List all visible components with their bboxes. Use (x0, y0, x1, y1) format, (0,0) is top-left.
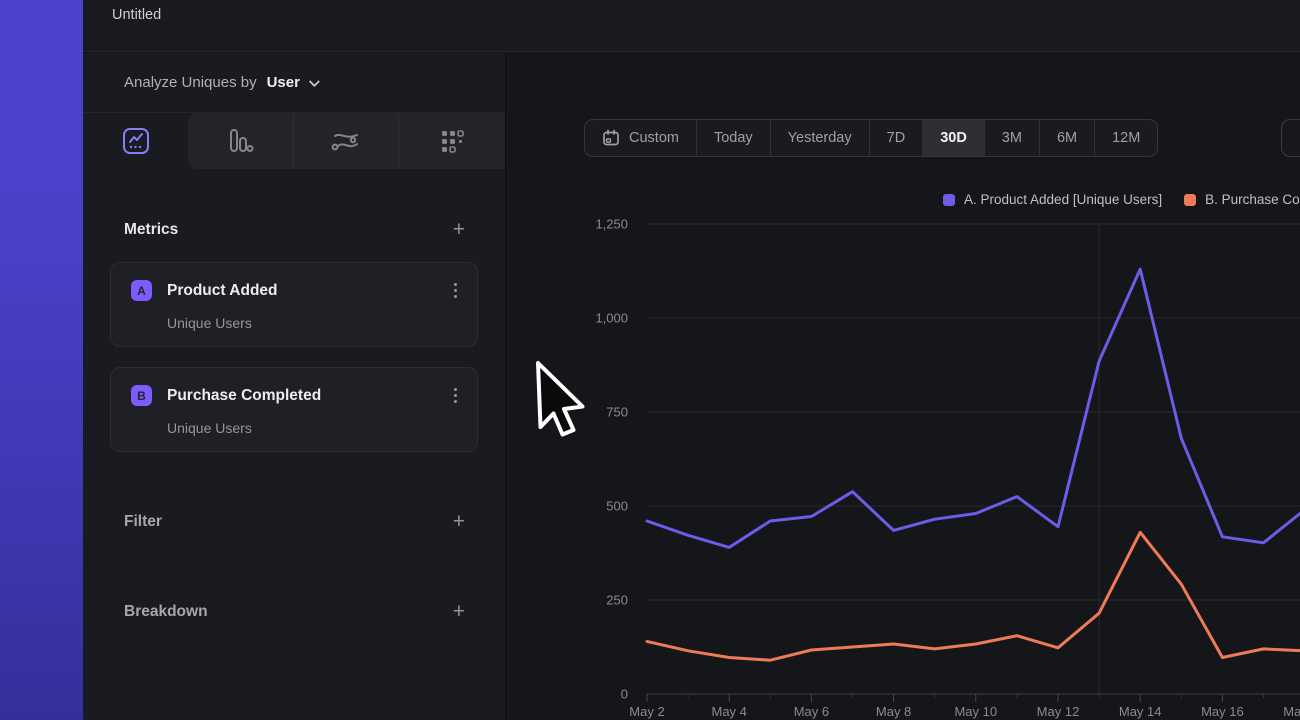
svg-text:1,250: 1,250 (595, 217, 628, 232)
date-range-group: Custom Today Yesterday 7D 30D 3M 6M 12M (584, 119, 1158, 157)
svg-text:May 16: May 16 (1201, 704, 1244, 719)
svg-text:0: 0 (621, 687, 628, 702)
svg-text:May 6: May 6 (794, 704, 829, 719)
svg-text:May 18: May 18 (1283, 704, 1300, 719)
range-6m[interactable]: 6M (1040, 120, 1095, 156)
metric-card-a[interactable]: A Product Added Unique Users (110, 262, 478, 347)
metric-options-button[interactable] (452, 281, 459, 300)
line-chart-icon (122, 127, 150, 155)
tab-flows[interactable] (294, 113, 400, 169)
svg-text:May 14: May 14 (1119, 704, 1162, 719)
add-filter-button[interactable]: + (453, 512, 465, 532)
svg-text:May 2: May 2 (629, 704, 664, 719)
grid-dots-icon (438, 128, 466, 154)
svg-text:May 8: May 8 (876, 704, 911, 719)
legend-swatch-a (943, 194, 955, 206)
metrics-section-header: Metrics + (124, 218, 465, 242)
query-sidebar: Analyze Uniques by User (83, 53, 505, 720)
svg-text:1,000: 1,000 (595, 311, 628, 326)
svg-text:250: 250 (606, 593, 628, 608)
analyze-by-dropdown[interactable]: User (267, 74, 317, 91)
analyze-label: Analyze Uniques by (124, 74, 257, 91)
filter-title: Filter (124, 513, 162, 531)
sidebar-content: Metrics + A Product Added Unique Users B… (83, 218, 505, 624)
breakdown-section-header: Breakdown + (124, 600, 465, 624)
chart-panel: 0 250 500 750 1,000 1,250 May 2 May 4 May 6 May 8… (506, 53, 1300, 720)
range-12m[interactable]: 12M (1095, 120, 1157, 156)
range-7d[interactable]: 7D (870, 120, 924, 156)
range-custom[interactable]: Custom (585, 120, 697, 156)
chart-type-tabs (83, 113, 505, 169)
flows-icon (331, 128, 361, 154)
range-3m[interactable]: 3M (985, 120, 1040, 156)
bar-chart-icon (226, 128, 254, 154)
svg-text:May 4: May 4 (711, 704, 746, 719)
metric-name[interactable]: Purchase Completed (167, 387, 452, 405)
compare-button[interactable]: Compare (1281, 119, 1300, 157)
date-range-toolbar: Custom Today Yesterday 7D 30D 3M 6M 12M … (584, 119, 1158, 157)
range-yesterday[interactable]: Yesterday (771, 120, 870, 156)
brand-gradient-rail (0, 0, 83, 720)
svg-text:500: 500 (606, 499, 628, 514)
app-window: Untitled Analyze Uniques by User (0, 0, 1300, 720)
metric-counting-method[interactable]: Unique Users (167, 315, 459, 331)
metric-badge-a: A (131, 280, 152, 301)
range-today[interactable]: Today (697, 120, 771, 156)
tab-line-chart[interactable] (83, 113, 188, 169)
metric-name[interactable]: Product Added (167, 282, 452, 300)
legend-label-a: A. Product Added [Unique Users] (964, 192, 1162, 207)
legend-label-b: B. Purchase Completed [Unique Users] (1205, 192, 1300, 207)
chart-type-tab-strip (188, 113, 505, 169)
breakdown-title: Breakdown (124, 603, 208, 621)
top-bar: Untitled (83, 0, 1300, 52)
analyze-by-value[interactable]: User (267, 74, 300, 91)
range-30d[interactable]: 30D (923, 120, 985, 156)
svg-text:May 12: May 12 (1037, 704, 1080, 719)
add-metric-button[interactable]: + (453, 220, 465, 240)
filter-section-header: Filter + (124, 510, 465, 534)
svg-text:May 10: May 10 (954, 704, 997, 719)
metric-options-button[interactable] (452, 386, 459, 405)
chevron-down-icon (309, 75, 320, 86)
calendar-icon (602, 129, 620, 147)
legend-item-a[interactable]: A. Product Added [Unique Users] (943, 192, 1162, 207)
legend-swatch-b (1184, 194, 1196, 206)
metrics-title: Metrics (124, 221, 178, 239)
add-breakdown-button[interactable]: + (453, 602, 465, 622)
svg-text:750: 750 (606, 405, 628, 420)
tab-retention[interactable] (399, 113, 505, 169)
metric-counting-method[interactable]: Unique Users (167, 420, 459, 436)
legend-item-b[interactable]: B. Purchase Completed [Unique Users] (1184, 192, 1300, 207)
chart-legend: A. Product Added [Unique Users] B. Purch… (943, 192, 1300, 207)
report-title[interactable]: Untitled (112, 7, 161, 23)
metric-card-b[interactable]: B Purchase Completed Unique Users (110, 367, 478, 452)
metric-badge-b: B (131, 385, 152, 406)
analyze-row: Analyze Uniques by User (83, 53, 505, 113)
tab-bar-chart[interactable] (188, 113, 294, 169)
